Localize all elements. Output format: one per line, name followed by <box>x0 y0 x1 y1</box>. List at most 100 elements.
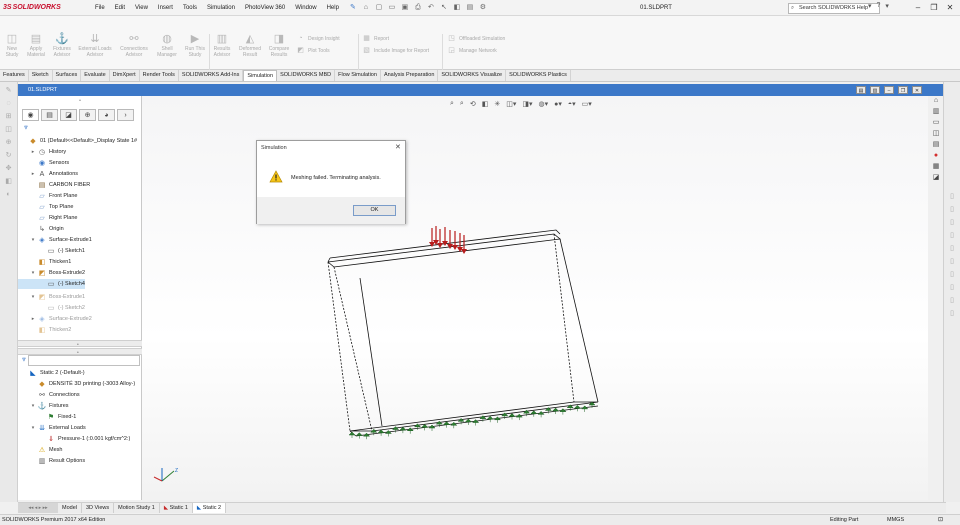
search-options-icon[interactable]: ▾ <box>868 2 872 10</box>
menu-file[interactable]: File <box>90 0 110 16</box>
more-tabs-icon[interactable]: › <box>117 109 134 121</box>
design-insight-button[interactable]: ◔ Design Insight <box>296 34 339 43</box>
tree-toggle-icon[interactable]: ▾ <box>29 270 37 276</box>
connections-advisor-button[interactable]: ⚯ Connections Advisor <box>116 32 152 58</box>
menu-window[interactable]: Window <box>290 0 321 16</box>
menu-insert[interactable]: Insert <box>153 0 178 16</box>
tool-icon[interactable]: ▯ <box>947 231 957 240</box>
save-icon[interactable]: ▣ <box>400 3 410 12</box>
appearance-tab-icon[interactable]: ◕ <box>98 109 115 121</box>
panel-splitter-2[interactable]: • <box>18 348 142 356</box>
help-status-icon[interactable]: ⊡ <box>938 515 943 525</box>
home-icon[interactable]: ⌂ <box>361 3 371 12</box>
plot-tools-button[interactable]: ◩ Plot Tools <box>296 46 329 55</box>
pan-tool-icon[interactable]: ✥ <box>4 164 14 173</box>
tree-item[interactable]: ▾ ◩ Boss-Extrude1 <box>18 292 85 302</box>
tab-features[interactable]: Features <box>0 70 29 81</box>
tree-item[interactable]: ▥ Result Options <box>18 456 85 466</box>
view-tool-icon[interactable]: ◌ <box>4 99 14 108</box>
forum-icon[interactable]: ◪ <box>930 173 942 183</box>
tree-item[interactable]: ◆ DENSITÉ 3D printing (-3003 Alloy-) <box>18 379 135 389</box>
tab-mbd[interactable]: SOLIDWORKS MBD <box>277 70 336 81</box>
panel-grip[interactable]: • <box>18 98 142 106</box>
tab-model[interactable]: Model <box>58 503 82 513</box>
tool-icon[interactable]: ▯ <box>947 309 957 318</box>
tool-icon[interactable]: ▯ <box>947 270 957 279</box>
tool-icon[interactable]: ▯ <box>947 218 957 227</box>
sim-filter-input[interactable] <box>28 355 140 366</box>
tab-simulation[interactable]: Simulation <box>243 70 278 81</box>
tree-item[interactable]: ▱ Top Plane <box>18 202 73 212</box>
doc-minimize-icon[interactable]: – <box>884 86 894 94</box>
resources-icon[interactable]: ⌂ <box>930 96 942 106</box>
tab-dimxpert[interactable]: DimXpert <box>110 70 140 81</box>
display-tool-icon[interactable]: ◧ <box>4 177 14 186</box>
tab-analysis-preparation[interactable]: Analysis Preparation <box>381 70 439 81</box>
tree-item[interactable]: ▾ ⇊ External Loads <box>18 423 86 433</box>
panel-splitter[interactable]: • <box>18 340 142 348</box>
rotate-tool-icon[interactable]: ↻ <box>4 151 14 160</box>
tree-item[interactable]: ▭ (-) Sketch4 <box>18 279 85 289</box>
graphics-area[interactable]: ⌕ ⌕ ⟲ ◧ ✳ ◫▾ ◨▾ ◍▾ ●▾ ◓▾ ▭▾ Z Simulation… <box>142 96 928 500</box>
tree-item[interactable]: ▸ ◷ History <box>18 147 66 157</box>
run-this-study-button[interactable]: ▶ Run This Study <box>182 32 208 58</box>
status-units[interactable]: MMGS <box>887 515 904 525</box>
ok-button[interactable]: OK <box>353 205 396 216</box>
shell-manager-button[interactable]: ◍ Shell Manager <box>154 32 180 58</box>
tree-item[interactable]: ▭ (-) Sketch2 <box>18 303 85 313</box>
tree-toggle-icon[interactable]: ▾ <box>29 425 37 431</box>
tab-static-2[interactable]: ◣ Static 2 <box>192 503 227 513</box>
tree-item[interactable]: ◧ Thicken1 <box>18 257 72 267</box>
dimxpert-tab-icon[interactable]: ⊕ <box>79 109 96 121</box>
help-dropdown-icon[interactable]: ▾ <box>885 2 889 10</box>
fixtures-advisor-button[interactable]: ⚓ Fixtures Advisor <box>50 32 74 58</box>
tab-motion-study[interactable]: Motion Study 1 <box>114 503 160 513</box>
doc-restore-icon[interactable]: ❐ <box>898 86 908 94</box>
minimize-icon[interactable]: – <box>910 0 926 16</box>
tree-item[interactable]: ▸ A Annotations <box>18 169 78 179</box>
appearances-icon[interactable]: ● <box>930 151 942 161</box>
close-icon[interactable]: ✕ <box>942 0 958 16</box>
tool-icon[interactable]: ▯ <box>947 244 957 253</box>
offloaded-simulation-button[interactable]: ◳ Offloaded Simulation <box>447 34 505 43</box>
new-document-icon[interactable]: ▢ <box>374 3 384 12</box>
tree-item[interactable]: ◣ Static 2 (-Default-) <box>18 368 84 378</box>
measure-tool-icon[interactable]: ⊞ <box>4 112 14 121</box>
help-icon[interactable]: ? <box>877 2 881 10</box>
tab-scroll-arrows[interactable]: ◂◂ ◂ ▸ ▸▸ <box>18 503 58 513</box>
tree-toggle-icon[interactable]: ▸ <box>29 149 37 155</box>
tree-item[interactable]: ▭ (-) Sketch1 <box>18 246 85 256</box>
tab-sketch[interactable]: Sketch <box>29 70 53 81</box>
tool-icon[interactable]: ▯ <box>947 257 957 266</box>
new-study-button[interactable]: ◫ New Study <box>2 32 22 58</box>
select-icon[interactable]: ↖ <box>439 3 449 12</box>
report-button[interactable]: ▦ Report <box>362 34 389 43</box>
tool-icon[interactable]: ▯ <box>947 283 957 292</box>
solidworks-logo[interactable]: 3S SOLIDWORKS <box>0 0 61 16</box>
external-loads-advisor-button[interactable]: ⇊ External Loads Advisor <box>76 32 114 58</box>
apply-material-button[interactable]: ▤ Apply Material <box>24 32 48 58</box>
menu-simulation[interactable]: Simulation <box>202 0 240 16</box>
tile-icon[interactable]: ▤ <box>856 86 866 94</box>
tree-item[interactable]: ↳ Origin <box>18 224 64 234</box>
tree-item[interactable]: ▾ ◩ Boss-Extrude2 <box>18 268 85 278</box>
compare-results-button[interactable]: ◨ Compare Results <box>266 32 292 58</box>
options-icon[interactable]: ⚙ <box>478 3 488 12</box>
search-tab-icon[interactable]: ◫ <box>930 129 942 139</box>
custom-properties-icon[interactable]: ▦ <box>930 162 942 172</box>
tab-3d-views[interactable]: 3D Views <box>82 503 115 513</box>
propertymanager-tab-icon[interactable]: ▤ <box>41 109 58 121</box>
tree-item[interactable]: ◆ 01 (Default<<Default>_Display State 1# <box>18 136 137 146</box>
tree-toggle-icon[interactable]: ▾ <box>29 237 37 243</box>
results-advisor-button[interactable]: ▥ Results Advisor <box>210 32 234 58</box>
tree-toggle-icon[interactable]: ▸ <box>29 316 37 322</box>
tree-item[interactable]: ⚑ Fixed-1 <box>18 412 76 422</box>
tree-item[interactable]: ▱ Right Plane <box>18 213 77 223</box>
cascade-icon[interactable]: ▥ <box>870 86 880 94</box>
tree-item[interactable]: ▤ CARBON FIBER <box>18 180 91 190</box>
pin-icon[interactable]: ✎ <box>348 3 358 12</box>
tree-toggle-icon[interactable]: ▸ <box>29 171 37 177</box>
print-icon[interactable]: ⎙ <box>413 3 423 12</box>
menu-photoview[interactable]: PhotoView 360 <box>240 0 290 16</box>
tree-item[interactable]: ▸ ◈ Surface-Extrude2 <box>18 314 92 324</box>
